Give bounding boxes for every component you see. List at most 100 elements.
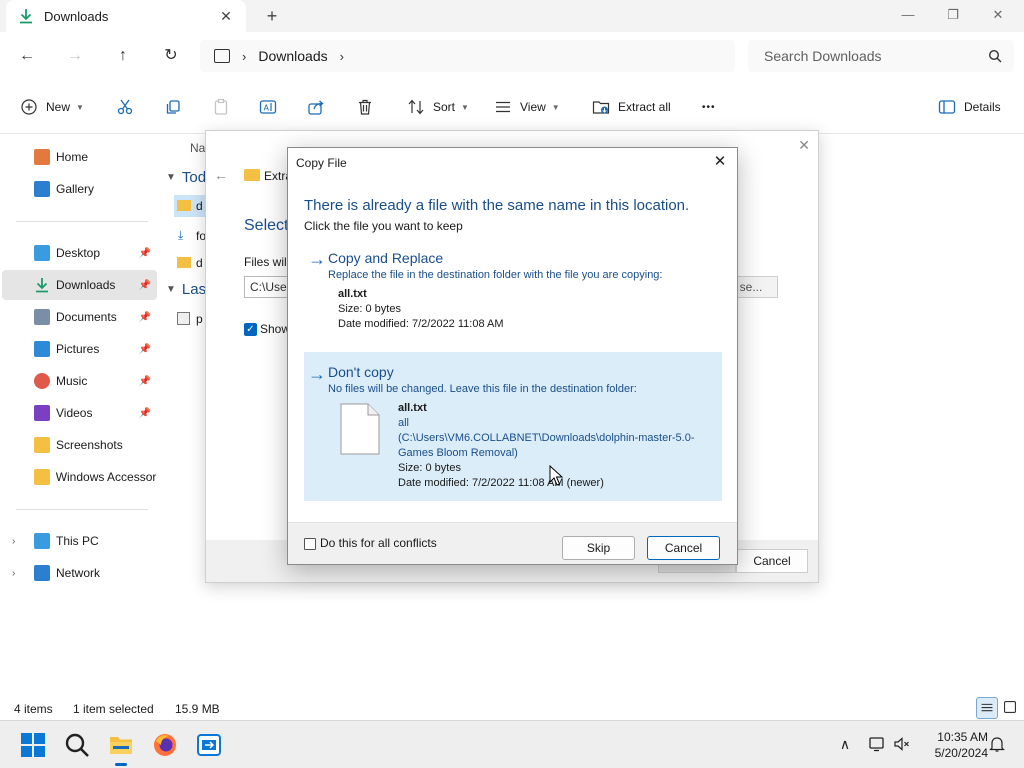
column-header-name[interactable]: Na: [190, 141, 205, 155]
search-icon[interactable]: [64, 732, 90, 758]
file-name: all.txt: [338, 288, 367, 300]
computer-icon: [214, 49, 230, 63]
sidebar-item-downloads[interactable]: Downloads 📌: [2, 270, 157, 300]
rename-button[interactable]: A: [259, 96, 277, 118]
group-today[interactable]: ▼ Tod: [166, 169, 206, 186]
extract-all-button[interactable]: Extract all: [592, 96, 671, 118]
firefox-icon[interactable]: [152, 732, 178, 758]
list-item[interactable]: p: [174, 308, 206, 330]
search-icon[interactable]: [988, 49, 1002, 63]
delete-button[interactable]: [356, 96, 374, 118]
sidebar-item-label: Pictures: [56, 342, 100, 356]
sidebar-item-desktop[interactable]: Desktop 📌: [2, 238, 157, 268]
cut-button[interactable]: [116, 96, 134, 118]
chevron-down-icon: ▼: [166, 284, 176, 295]
skip-button[interactable]: Skip: [562, 536, 635, 560]
wizard-cancel-button[interactable]: Cancel: [736, 549, 808, 573]
more-options-button[interactable]: •••: [702, 96, 716, 118]
copy-and-replace-option[interactable]: → Copy and Replace Replace the file in t…: [304, 245, 722, 337]
tab-close-icon[interactable]: ✕: [218, 8, 234, 24]
refresh-button[interactable]: ↻: [159, 44, 183, 68]
sidebar-item-gallery[interactable]: Gallery: [2, 174, 157, 204]
sidebar-item-label: Documents: [56, 310, 117, 324]
all-conflicts-label[interactable]: Do this for all conflicts: [320, 536, 437, 550]
copy-icon: [166, 100, 180, 114]
file-icon: [177, 312, 190, 325]
pin-icon[interactable]: 📌: [139, 312, 151, 323]
sidebar-item-label: Windows Accessori: [55, 470, 157, 484]
sidebar-item-screenshots[interactable]: Screenshots: [2, 430, 157, 460]
windows-start-icon[interactable]: [20, 732, 46, 758]
sidebar-item-windows-accessories[interactable]: Windows Accessori: [2, 462, 157, 492]
details-pane-icon: [938, 100, 956, 114]
documents-icon: [34, 309, 50, 325]
sidebar-item-label: Network: [56, 566, 101, 580]
wizard-close-icon[interactable]: ✕: [798, 137, 810, 154]
clock[interactable]: 10:35 AM 5/20/2024: [916, 729, 988, 761]
group-last[interactable]: ▼ Last: [166, 281, 210, 298]
breadcrumb[interactable]: › Downloads ›: [200, 40, 735, 72]
pin-icon[interactable]: 📌: [139, 408, 151, 419]
pin-icon[interactable]: 📌: [139, 280, 151, 291]
gallery-icon: [34, 181, 50, 197]
sidebar-item-videos[interactable]: Videos 📌: [2, 398, 157, 428]
tab-downloads[interactable]: Downloads ✕: [6, 0, 246, 32]
file-name: p: [196, 312, 203, 326]
cancel-button[interactable]: Cancel: [647, 536, 720, 560]
copy-button[interactable]: [164, 96, 182, 118]
volume-muted-icon[interactable]: [893, 735, 911, 753]
sidebar-item-label: Music: [56, 374, 88, 388]
show-hidden-icons-button[interactable]: ∧: [836, 735, 854, 753]
search-input[interactable]: Search Downloads: [748, 40, 1014, 72]
minimize-button[interactable]: —: [897, 4, 919, 26]
arrow-right-icon: →: [308, 249, 326, 269]
sidebar-item-home[interactable]: Home: [2, 142, 157, 172]
computer-icon: [34, 533, 50, 549]
all-conflicts-checkbox[interactable]: [304, 538, 316, 550]
pin-icon[interactable]: 📌: [139, 248, 151, 259]
breadcrumb-separator[interactable]: ›: [340, 49, 344, 64]
share-button[interactable]: [307, 96, 325, 118]
chevron-right-icon[interactable]: ›: [12, 568, 15, 579]
list-item[interactable]: d: [174, 195, 206, 217]
remote-app-icon[interactable]: [196, 732, 222, 758]
download-icon: [36, 278, 48, 293]
close-window-button[interactable]: ✕: [987, 4, 1009, 26]
wizard-back-icon[interactable]: ←: [214, 167, 228, 183]
music-icon: [34, 373, 50, 389]
show-files-checkbox[interactable]: ✓: [244, 323, 257, 336]
new-button[interactable]: New ▼: [20, 96, 84, 118]
sort-button[interactable]: Sort ▼: [407, 96, 469, 118]
file-explorer-taskbar-icon[interactable]: [108, 732, 134, 766]
back-button[interactable]: ←: [15, 44, 39, 68]
sidebar-item-this-pc[interactable]: › This PC: [2, 526, 157, 556]
paste-button[interactable]: [212, 96, 230, 118]
up-button[interactable]: ↑: [111, 44, 135, 68]
breadcrumb-downloads[interactable]: Downloads: [258, 48, 327, 64]
network-status-icon[interactable]: [868, 735, 886, 753]
sidebar-item-music[interactable]: Music 📌: [2, 366, 157, 396]
dialog-close-button[interactable]: ✕: [711, 153, 729, 171]
details-button[interactable]: Details: [938, 96, 1001, 118]
sidebar-item-network[interactable]: › Network: [2, 558, 157, 588]
forward-button[interactable]: →: [63, 44, 87, 68]
details-view-button[interactable]: [976, 697, 998, 719]
chevron-right-icon[interactable]: ›: [12, 536, 15, 547]
list-item[interactable]: ⤓ fo: [174, 225, 206, 247]
clock-time: 10:35 AM: [937, 730, 988, 744]
maximize-button[interactable]: ❐: [942, 4, 964, 26]
view-button[interactable]: View ▼: [494, 96, 560, 118]
new-tab-button[interactable]: +: [262, 6, 282, 26]
dont-copy-option[interactable]: → Don't copy No files will be changed. L…: [304, 352, 722, 501]
pin-icon[interactable]: 📌: [139, 376, 151, 387]
tiles-view-button[interactable]: [1000, 697, 1022, 719]
details-label: Details: [964, 100, 1001, 114]
group-label: Tod: [181, 169, 207, 186]
breadcrumb-separator[interactable]: ›: [242, 49, 246, 64]
sidebar-item-documents[interactable]: Documents 📌: [2, 302, 157, 332]
sidebar-item-pictures[interactable]: Pictures 📌: [2, 334, 157, 364]
list-item[interactable]: d: [174, 252, 206, 274]
notifications-bell-icon[interactable]: [988, 735, 1006, 753]
zip-folder-icon: [244, 169, 260, 181]
pin-icon[interactable]: 📌: [139, 344, 151, 355]
